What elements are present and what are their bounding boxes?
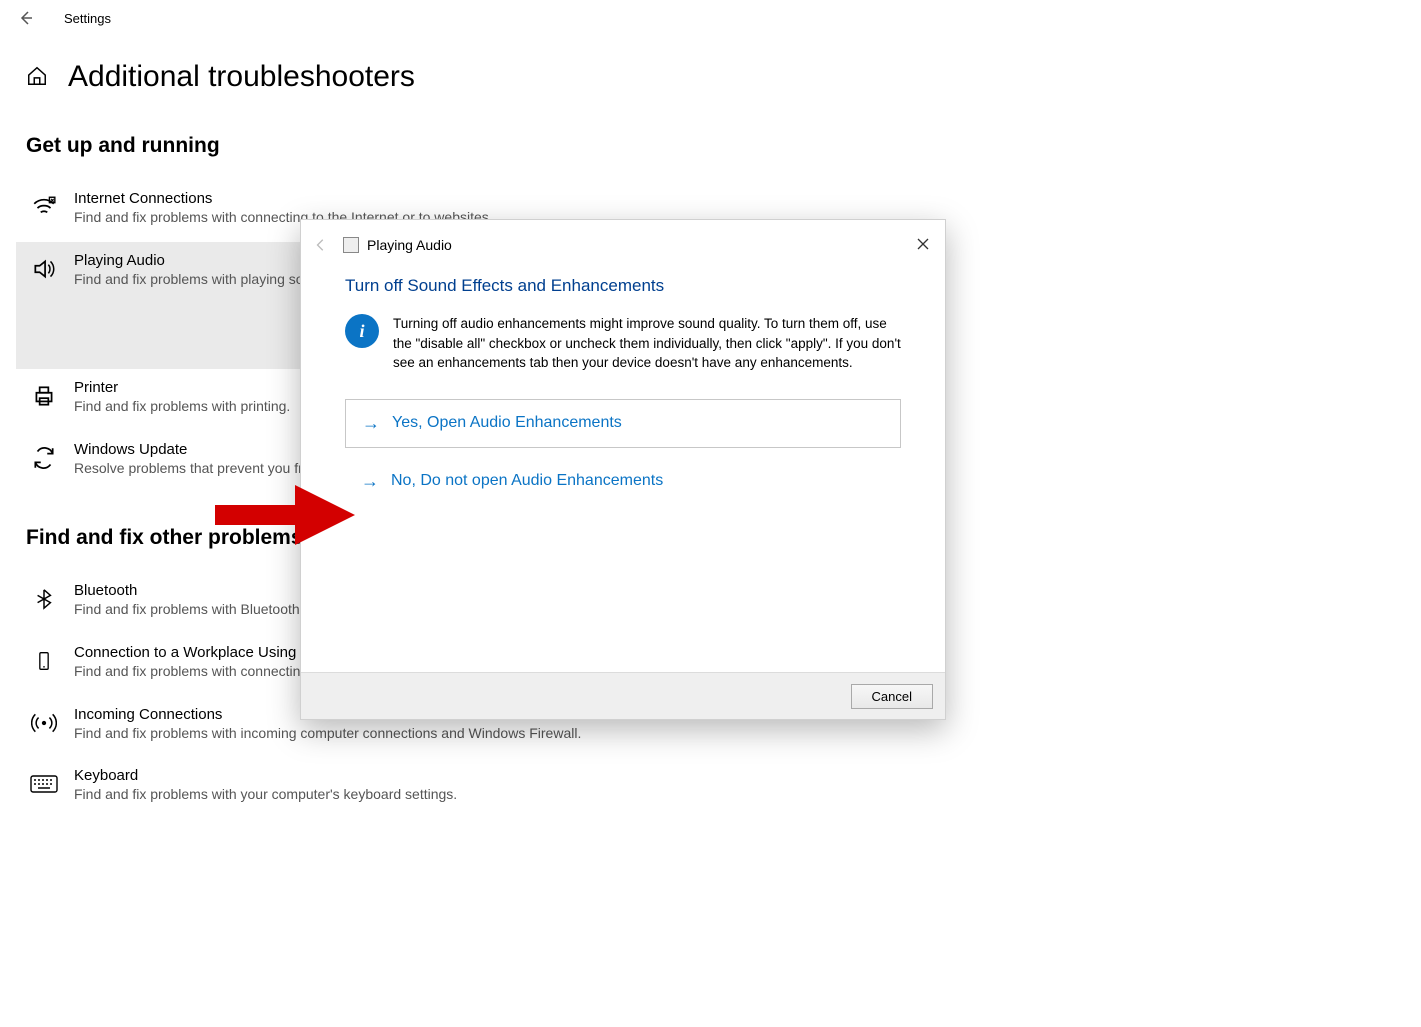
dialog-header: Playing Audio (301, 220, 945, 270)
page-title: Additional troubleshooters (68, 60, 415, 94)
cancel-button[interactable]: Cancel (851, 684, 933, 709)
option-label: Yes, Open Audio Enhancements (392, 414, 622, 432)
back-button[interactable] (8, 0, 44, 36)
keyboard-icon (30, 770, 58, 798)
item-title: Keyboard (74, 767, 457, 784)
troubleshooter-dialog: Playing Audio Turn off Sound Effects and… (300, 219, 946, 720)
item-title: Internet Connections (74, 190, 493, 207)
arrow-right-icon: → (361, 471, 379, 492)
bluetooth-icon (30, 585, 58, 613)
printer-icon (30, 382, 58, 410)
home-icon[interactable] (26, 65, 48, 90)
item-title: Printer (74, 379, 290, 396)
troubleshooter-keyboard[interactable]: Keyboard Find and fix problems with your… (26, 757, 606, 819)
info-icon: i (345, 314, 379, 348)
arrow-right-icon: → (362, 413, 380, 434)
wifi-icon (30, 193, 58, 221)
option-no-do-not-open[interactable]: → No, Do not open Audio Enhancements (345, 458, 901, 505)
item-desc: Find and fix problems with incoming comp… (74, 724, 581, 744)
dialog-app-icon (343, 237, 359, 253)
option-yes-open-enhancements[interactable]: → Yes, Open Audio Enhancements (345, 399, 901, 448)
titlebar: Settings (0, 0, 1421, 36)
item-desc: Find and fix problems with playing sound… (74, 270, 331, 290)
option-label: No, Do not open Audio Enhancements (391, 472, 663, 490)
item-title: Playing Audio (74, 252, 331, 269)
arrow-left-icon (18, 10, 34, 26)
item-desc: Find and fix problems with your computer… (74, 785, 457, 805)
titlebar-label: Settings (64, 11, 111, 26)
dialog-body: Turn off Sound Effects and Enhancements … (301, 270, 945, 672)
section-get-up-running: Get up and running (26, 134, 1395, 158)
phone-icon (30, 647, 58, 675)
dialog-close-button[interactable] (909, 230, 937, 258)
item-desc: Find and fix problems with printing. (74, 397, 290, 417)
broadcast-icon (30, 709, 58, 737)
dialog-info-text: Turning off audio enhancements might imp… (393, 314, 901, 373)
close-icon (917, 238, 929, 250)
dialog-footer: Cancel (301, 672, 945, 719)
dialog-title: Playing Audio (367, 237, 452, 253)
sync-icon (30, 444, 58, 472)
speaker-icon (30, 255, 58, 283)
dialog-heading: Turn off Sound Effects and Enhancements (345, 276, 901, 296)
dialog-back-button[interactable] (311, 235, 331, 255)
dialog-info-row: i Turning off audio enhancements might i… (345, 314, 901, 373)
page-header: Additional troubleshooters (26, 60, 1395, 94)
